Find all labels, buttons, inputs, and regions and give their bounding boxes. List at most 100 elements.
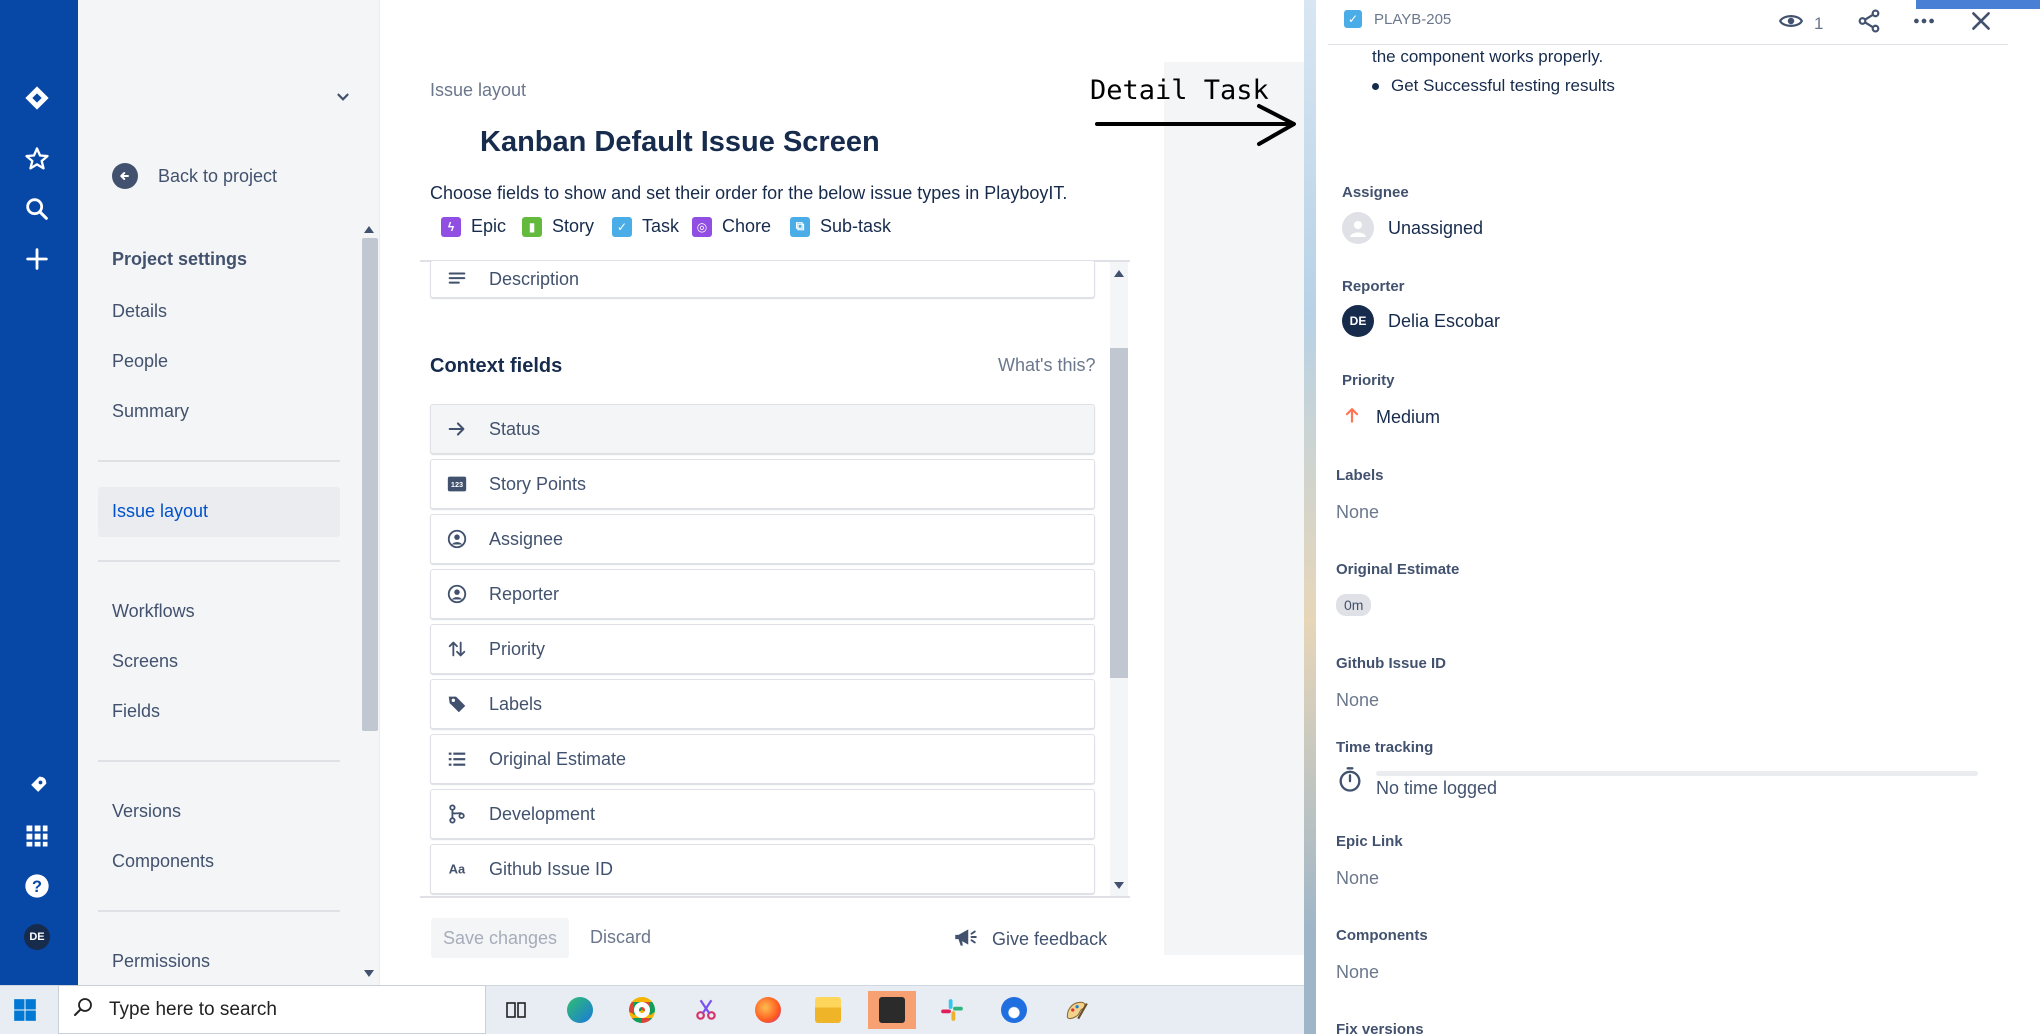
priority-field[interactable]: Medium [1342, 404, 1440, 431]
whats-this-link[interactable]: What's this? [998, 355, 1095, 376]
issue-key-link[interactable]: ✓ PLAYB-205 [1344, 10, 1451, 28]
time-tracking-bar[interactable] [1376, 771, 1978, 776]
windows-start-icon[interactable] [12, 997, 38, 1028]
discard-button[interactable]: Discard [590, 927, 651, 948]
field-row-github-issue-id[interactable]: Aa Github Issue ID [430, 844, 1095, 894]
search-icon [71, 995, 95, 1025]
app-switcher-icon[interactable] [19, 818, 55, 854]
sidebar-divider [98, 760, 340, 762]
file-explorer-icon[interactable] [808, 991, 848, 1029]
task-checkbox-icon: ✓ [1344, 10, 1362, 28]
close-icon[interactable] [1968, 8, 1994, 39]
scroll-down-arrow-icon[interactable] [364, 970, 374, 977]
sidebar-item-components[interactable]: Components [112, 851, 214, 872]
field-row-description[interactable]: Description [430, 260, 1095, 298]
more-actions-icon[interactable] [1910, 8, 1938, 39]
sidebar-divider [98, 910, 340, 912]
breadcrumb[interactable]: Issue layout [430, 80, 526, 101]
sidebar-item-people[interactable]: People [112, 351, 168, 372]
reporter-field[interactable]: DE Delia Escobar [1342, 305, 1500, 337]
assignee-value: Unassigned [1388, 217, 1484, 238]
original-estimate-label: Original Estimate [1336, 561, 1460, 578]
issue-detail-panel [1304, 0, 2044, 1034]
firefox-browser-icon[interactable] [748, 991, 788, 1029]
field-row-development[interactable]: Development [430, 789, 1095, 839]
bullet-dot [1372, 82, 1379, 90]
labels-value[interactable]: None [1336, 502, 1379, 523]
sidebar-item-issue-layout[interactable]: Issue layout [112, 501, 208, 522]
epic-link-value[interactable]: None [1336, 868, 1379, 889]
eye-icon [1778, 8, 1804, 39]
jira-logo-icon[interactable] [19, 80, 55, 116]
scroll-up-arrow-icon[interactable] [364, 226, 374, 233]
project-sidebar: Back to project Project settings Details… [78, 0, 380, 985]
chevron-down-icon[interactable] [332, 86, 354, 108]
watchers-button[interactable]: 1 [1778, 8, 1823, 39]
paint-icon[interactable] [1056, 991, 1096, 1029]
field-label: Priority [489, 638, 546, 659]
give-feedback-label: Give feedback [992, 929, 1108, 949]
sidebar-item-fields[interactable]: Fields [112, 701, 160, 722]
slack-icon[interactable] [932, 991, 972, 1029]
arrow-right-icon [445, 417, 469, 441]
sidebar-item-details[interactable]: Details [112, 301, 167, 322]
tag-icon [445, 692, 469, 716]
components-value[interactable]: None [1336, 962, 1379, 983]
help-icon[interactable]: ? [19, 868, 55, 904]
chrome-browser-icon[interactable] [622, 991, 662, 1029]
field-label: Reporter [489, 583, 560, 604]
issue-type-label: Story [552, 216, 595, 236]
back-to-project-link[interactable]: Back to project [112, 163, 277, 189]
field-row-original-estimate[interactable]: Original Estimate [430, 734, 1095, 784]
save-changes-button[interactable]: Save changes [431, 918, 569, 958]
field-row-reporter[interactable]: Reporter [430, 569, 1095, 619]
task-view-icon[interactable] [496, 991, 536, 1029]
user-avatar[interactable]: DE [24, 924, 50, 950]
assignee-field[interactable]: Unassigned [1342, 212, 1483, 244]
sort-arrows-icon [445, 637, 469, 661]
sidebar-scrollbar[interactable] [362, 238, 378, 731]
search-icon[interactable] [19, 191, 55, 227]
sidebar-item-summary[interactable]: Summary [112, 401, 189, 422]
github-issue-id-value[interactable]: None [1336, 690, 1379, 711]
edge-browser-icon[interactable] [560, 991, 600, 1029]
sidebar-item-versions[interactable]: Versions [112, 801, 181, 822]
person-icon [445, 527, 469, 551]
stopwatch-icon [1336, 766, 1364, 799]
share-icon[interactable] [1856, 8, 1882, 39]
original-estimate-value[interactable]: 0m [1336, 594, 1372, 616]
text-field-icon: Aa [445, 857, 469, 881]
scroll-up-arrow-icon[interactable] [1114, 270, 1124, 277]
thunderbird-icon[interactable] [994, 991, 1034, 1029]
sidebar-item-workflows[interactable]: Workflows [112, 601, 195, 622]
subtask-icon: ⧉ [790, 216, 810, 237]
star-icon[interactable] [19, 141, 55, 177]
description-bullet: Get Successful testing results [1372, 76, 1615, 96]
rocket-icon[interactable] [19, 768, 55, 804]
issue-type-subtask: ⧉ Sub-task [790, 216, 891, 237]
number-123-icon: 123 [445, 472, 469, 496]
field-label: Story Points [489, 473, 587, 494]
field-row-assignee[interactable]: Assignee [430, 514, 1095, 564]
field-row-labels[interactable]: Labels [430, 679, 1095, 729]
create-plus-icon[interactable] [19, 241, 55, 277]
taskbar-search-placeholder: Type here to search [109, 998, 277, 1020]
sticky-notes-icon[interactable] [868, 991, 916, 1029]
scroll-down-arrow-icon[interactable] [1114, 882, 1124, 889]
person-icon [445, 582, 469, 606]
description-lines-icon [445, 267, 469, 291]
field-list-scrollbar[interactable] [1110, 348, 1128, 678]
snipping-tool-icon[interactable] [686, 991, 726, 1029]
taskbar-search-box[interactable]: Type here to search [58, 985, 486, 1034]
components-label: Components [1336, 927, 1428, 944]
desktop-wallpaper-edge [1304, 0, 1316, 1034]
reporter-value: Delia Escobar [1388, 310, 1501, 331]
field-row-status[interactable]: Status [430, 404, 1095, 454]
sidebar-item-screens[interactable]: Screens [112, 651, 178, 672]
field-row-story-points[interactable]: 123 Story Points [430, 459, 1095, 509]
give-feedback-button[interactable]: Give feedback [952, 924, 1107, 955]
svg-text:Aa: Aa [449, 862, 466, 877]
time-tracking-value: No time logged [1376, 778, 1498, 798]
field-row-priority[interactable]: Priority [430, 624, 1095, 674]
sidebar-item-permissions[interactable]: Permissions [112, 951, 210, 972]
